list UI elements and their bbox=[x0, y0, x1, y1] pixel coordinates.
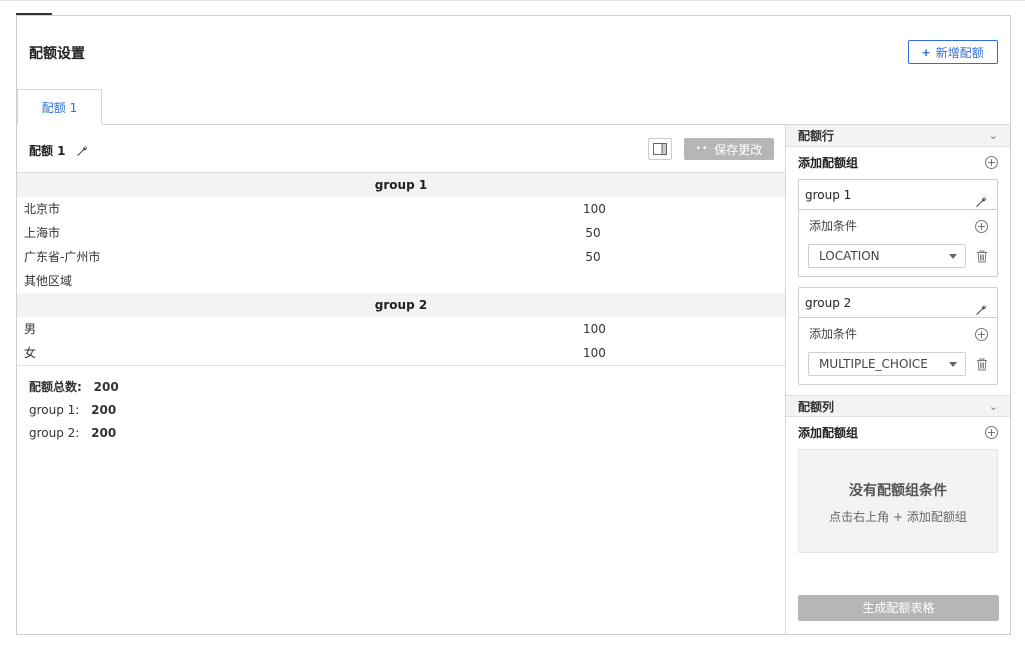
group-card: group 2 添加条件 + MULTIPLE_CHOICE bbox=[798, 287, 998, 385]
table-row: 广东省-广州市 50 bbox=[17, 245, 785, 269]
condition-type-select[interactable]: LOCATION bbox=[808, 244, 966, 268]
chevron-down-icon[interactable]: ⌄ bbox=[989, 125, 998, 147]
rows-add-group-row: 添加配额组 + bbox=[786, 147, 1010, 179]
add-circle-icon[interactable]: + bbox=[975, 220, 988, 233]
group-card: group 1 添加条件 + LOCATION bbox=[798, 179, 998, 277]
row-value: 100 bbox=[583, 322, 606, 336]
wrench-icon[interactable] bbox=[76, 145, 88, 157]
table-row: 女 100 bbox=[17, 341, 785, 365]
wrench-icon[interactable] bbox=[975, 189, 987, 207]
table-row: 上海市 50 bbox=[17, 221, 785, 245]
quota-settings-card: 配额设置 + 新增配额 配额 1 配额 1 •• 保存更改 group 1 北京… bbox=[16, 15, 1011, 635]
quota-name-header: 配额 1 bbox=[29, 142, 88, 159]
cols-section-header[interactable]: 配额列 ⌄ bbox=[786, 395, 1010, 417]
table-row: 其他区域 bbox=[17, 269, 785, 293]
row-name: 女 bbox=[24, 346, 37, 360]
row-name: 广东省-广州市 bbox=[24, 250, 101, 264]
add-quota-label: 新增配额 bbox=[935, 45, 984, 60]
rows-add-group-label: 添加配额组 bbox=[798, 156, 859, 170]
condition-select-row: MULTIPLE_CHOICE bbox=[799, 350, 997, 384]
row-value: 50 bbox=[585, 250, 601, 264]
total-label: 配额总数: bbox=[29, 380, 82, 394]
add-circle-icon[interactable]: + bbox=[975, 328, 988, 341]
caret-down-icon bbox=[949, 362, 957, 367]
table-row: 男 100 bbox=[17, 317, 785, 341]
group2-total-value: 200 bbox=[91, 426, 117, 440]
total-value: 200 bbox=[93, 380, 119, 394]
add-condition-row: 添加条件 + bbox=[799, 210, 997, 242]
top-divider bbox=[0, 0, 1025, 1]
group1-total-value: 200 bbox=[91, 403, 117, 417]
add-circle-icon[interactable]: + bbox=[985, 156, 998, 169]
toggle-panel-button[interactable] bbox=[648, 138, 672, 160]
cols-add-group-row: 添加配额组 + bbox=[786, 417, 1010, 449]
table-row: 北京市 100 bbox=[17, 197, 785, 221]
loading-dots-icon: •• bbox=[695, 144, 709, 154]
group-card-title: group 1 bbox=[799, 180, 997, 210]
row-value: 100 bbox=[583, 346, 606, 360]
row-name: 男 bbox=[24, 322, 37, 336]
wrench-icon[interactable] bbox=[975, 297, 987, 315]
add-quota-button[interactable]: + 新增配额 bbox=[908, 40, 998, 64]
trash-icon[interactable] bbox=[976, 250, 988, 263]
table-bottom-border bbox=[17, 365, 785, 366]
chevron-down-icon[interactable]: ⌄ bbox=[989, 396, 998, 418]
quota-name: 配额 1 bbox=[29, 144, 66, 158]
cols-add-group-label: 添加配额组 bbox=[798, 426, 859, 440]
rows-section-title: 配额行 bbox=[798, 129, 835, 143]
row-name: 上海市 bbox=[24, 226, 61, 240]
row-value: 50 bbox=[585, 226, 601, 240]
save-changes-label: 保存更改 bbox=[714, 142, 763, 157]
quota-config-panel: 配额行 ⌄ 添加配额组 + group 1 添加条件 + LOCATION gr… bbox=[785, 125, 1010, 634]
quota-table-area: 配额 1 •• 保存更改 group 1 北京市 100 上海市 50 广东省-… bbox=[17, 125, 785, 634]
row-name: 北京市 bbox=[24, 202, 61, 216]
panel-toggle-icon bbox=[653, 143, 667, 155]
total-line: 配额总数: 200 bbox=[29, 379, 119, 402]
cols-section-title: 配额列 bbox=[798, 400, 835, 414]
condition-select-row: LOCATION bbox=[799, 242, 997, 276]
group1-total-line: group 1: 200 bbox=[29, 402, 119, 425]
rows-section-header[interactable]: 配额行 ⌄ bbox=[786, 125, 1010, 147]
group-card-title: group 2 bbox=[799, 288, 997, 318]
select-value: LOCATION bbox=[819, 249, 880, 263]
select-value: MULTIPLE_CHOICE bbox=[819, 357, 928, 371]
plus-icon: + bbox=[922, 44, 930, 60]
save-changes-button[interactable]: •• 保存更改 bbox=[684, 138, 774, 160]
group-header: group 1 bbox=[17, 173, 785, 197]
quota-table: group 1 北京市 100 上海市 50 广东省-广州市 50 其他区域 g… bbox=[17, 172, 785, 366]
group-header: group 2 bbox=[17, 293, 785, 317]
group-name: group 2 bbox=[805, 296, 852, 310]
tab-quota-1[interactable]: 配额 1 bbox=[17, 89, 102, 125]
page-title: 配额设置 bbox=[29, 46, 85, 62]
condition-type-select[interactable]: MULTIPLE_CHOICE bbox=[808, 352, 966, 376]
group-name: group 1 bbox=[805, 188, 852, 202]
add-condition-label: 添加条件 bbox=[809, 327, 858, 341]
quota-totals: 配额总数: 200 group 1: 200 group 2: 200 bbox=[29, 379, 119, 448]
trash-icon[interactable] bbox=[976, 358, 988, 371]
caret-down-icon bbox=[949, 254, 957, 259]
row-value: 100 bbox=[583, 202, 606, 216]
group2-total-line: group 2: 200 bbox=[29, 425, 119, 448]
generate-table-button[interactable]: 生成配额表格 bbox=[798, 595, 999, 621]
add-condition-row: 添加条件 + bbox=[799, 318, 997, 350]
add-condition-label: 添加条件 bbox=[809, 219, 858, 233]
empty-state: 没有配额组条件 点击右上角 + 添加配额组 bbox=[798, 449, 998, 553]
add-circle-icon[interactable]: + bbox=[985, 426, 998, 439]
empty-state-title: 没有配额组条件 bbox=[849, 483, 947, 499]
group1-total-label: group 1: bbox=[29, 403, 80, 417]
group2-total-label: group 2: bbox=[29, 426, 80, 440]
row-name: 其他区域 bbox=[24, 274, 73, 288]
empty-state-hint: 点击右上角 + 添加配额组 bbox=[829, 510, 967, 524]
